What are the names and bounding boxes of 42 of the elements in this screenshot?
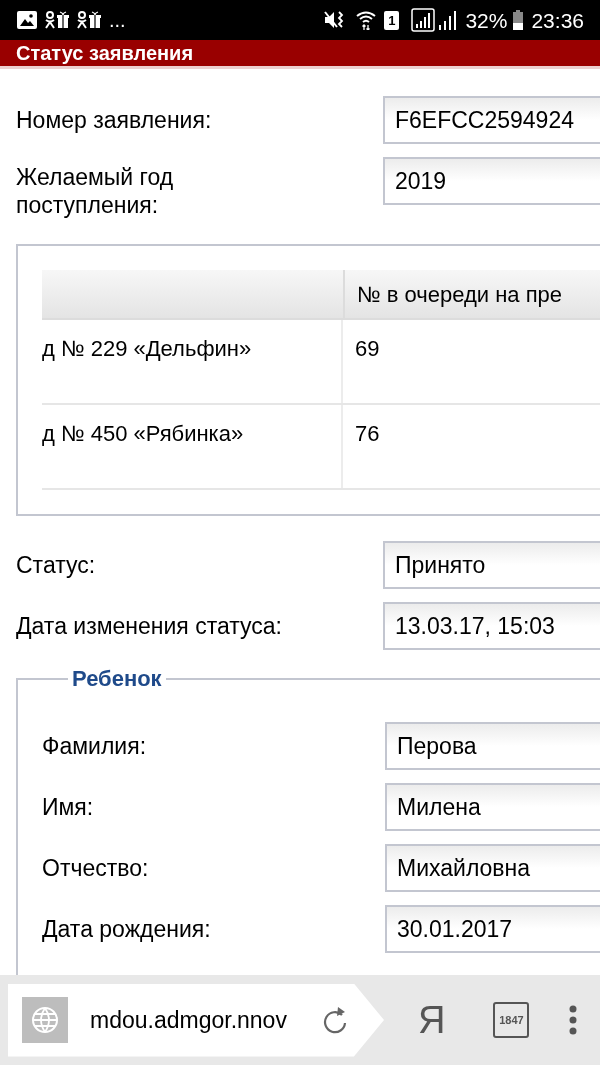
globe-icon [22,997,68,1043]
value-field[interactable]: 13.03.17, 15:03 [383,602,600,650]
table-cell: д № 450 «Рябинка» [42,421,244,446]
battery-percent-text: 32% [465,9,508,31]
vibrate-mute-icon [324,10,345,30]
battery-icon [513,10,524,30]
table-cell: 69 [355,336,380,361]
value-field[interactable]: F6EFCC2594924 [383,96,600,144]
logo-button[interactable]: Я [418,1001,446,1039]
image-icon [17,11,37,29]
value-field[interactable]: Милена [385,783,600,831]
wifi-icon [356,10,377,30]
address-bar[interactable]: mdou.admgor.nnov [8,983,384,1057]
reload-icon[interactable] [322,1006,348,1034]
person-gift-icon [45,11,69,29]
field-label: Номер заявления: [16,106,213,134]
field-label: Желаемый год поступления: [16,163,175,219]
person-gift-icon [77,11,101,29]
table-header-cell: № в очереди на пре [345,270,600,320]
field-label: Фамилия: [42,732,147,759]
more-notifications-text: ... [109,10,126,30]
field-label: Статус: [16,551,96,578]
table-cell: 76 [355,421,380,446]
field-label: Отчество: [42,854,149,881]
section-title: Ребенок [71,666,163,692]
table-cell: д № 229 «Дельфин» [42,336,252,361]
value-field[interactable]: 2019 [383,157,600,205]
menu-icon[interactable] [569,1005,578,1035]
value-field[interactable]: Михайловна [385,844,600,892]
value-field[interactable]: 30.01.2017 [385,905,600,953]
url-text: mdou.admgor.nnov [90,1005,287,1035]
page-title: Статус заявления [16,41,194,65]
tabs-button[interactable]: 1847 [493,1002,530,1038]
signal-icon [411,8,436,32]
clock-text: 23:36 [531,9,584,31]
field-label: Дата изменения статуса: [16,612,282,639]
value-field[interactable]: Перова [385,722,600,770]
field-label: Имя: [42,793,94,820]
signal-icon [438,10,459,30]
value-field[interactable]: Принято [383,541,600,589]
sim-badge: 1 [384,10,400,30]
field-label: Дата рождения: [42,915,211,942]
